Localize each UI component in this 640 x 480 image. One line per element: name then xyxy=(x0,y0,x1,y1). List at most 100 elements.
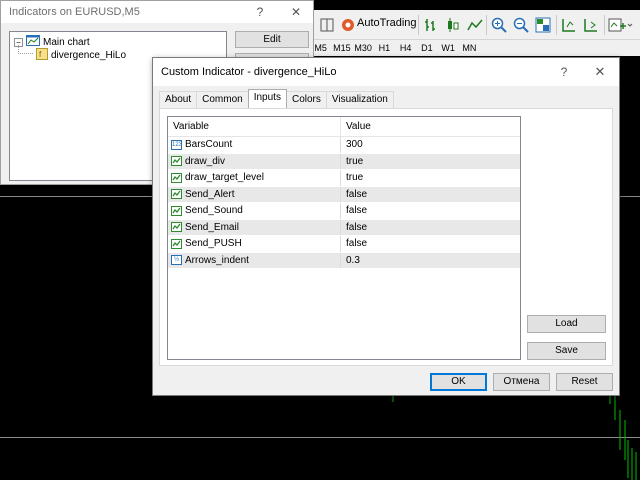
close-button[interactable]: ✕ xyxy=(281,1,311,23)
tree-label-main-chart: Main chart xyxy=(43,36,90,48)
table-row[interactable]: Send_Email false xyxy=(168,219,520,236)
timeframe-d1[interactable]: D1 xyxy=(416,40,437,56)
variable-name: Send_PUSH xyxy=(185,238,242,250)
load-button[interactable]: Load xyxy=(527,315,606,333)
cell-value[interactable]: true xyxy=(341,154,363,170)
grid-body: 123 BarsCount 300 draw_div true draw_target_l… xyxy=(168,137,520,269)
variable-name: draw_div xyxy=(185,155,226,167)
table-row[interactable]: Send_Alert false xyxy=(168,186,520,203)
timeframe-h4[interactable]: H4 xyxy=(395,40,416,56)
terminal-toolbar: AutoTrading xyxy=(310,10,640,40)
timeframe-h1[interactable]: H1 xyxy=(374,40,395,56)
autoscroll-icon[interactable] xyxy=(582,16,600,34)
bool-icon xyxy=(171,238,182,249)
autotrading-icon[interactable] xyxy=(340,16,356,34)
cell-variable[interactable]: 123 BarsCount xyxy=(168,137,341,153)
inputs-panel: Variable Value 123 BarsCount 300 draw_div tr… xyxy=(159,108,613,366)
cell-value[interactable]: false xyxy=(341,220,367,236)
type-badge: ½ xyxy=(171,255,182,266)
help-button[interactable]: ? xyxy=(245,1,275,23)
bool-icon xyxy=(171,222,182,233)
cell-variable[interactable]: Send_Email xyxy=(168,219,341,235)
tab-colors[interactable]: Colors xyxy=(285,91,327,108)
autotrading-button[interactable]: AutoTrading xyxy=(357,17,417,29)
timeframe-m15[interactable]: M15 xyxy=(331,40,352,56)
chart-grid-icon[interactable] xyxy=(318,16,336,34)
dialog-close-button[interactable]: ✕ xyxy=(585,58,615,86)
tree-label-divergence: divergence_HiLo xyxy=(51,50,127,61)
cell-variable[interactable]: draw_target_level xyxy=(168,170,341,186)
indicators-window-titlebar[interactable]: Indicators on EURUSD,M5 ? ✕ xyxy=(1,1,313,23)
cell-variable[interactable]: Send_Alert xyxy=(168,186,341,202)
toolbar-strip xyxy=(480,40,640,56)
cell-variable[interactable]: Send_PUSH xyxy=(168,236,341,252)
close-icon: ✕ xyxy=(290,5,302,19)
grid-header: Variable Value xyxy=(168,117,520,137)
tile-windows-icon[interactable] xyxy=(534,16,552,34)
dialog-title: Custom Indicator - divergence_HiLo xyxy=(161,66,337,78)
variable-name: Arrows_indent xyxy=(185,254,249,266)
custom-indicator-dialog: Custom Indicator - divergence_HiLo ? ✕ A… xyxy=(152,57,620,396)
bool-icon xyxy=(171,156,182,167)
toolbar-separator xyxy=(486,15,487,35)
custom-indicator-icon: f xyxy=(36,48,48,63)
tree-node-divergence[interactable]: f divergence_HiLo xyxy=(36,48,127,63)
tab-visualization[interactable]: Visualization xyxy=(325,91,394,108)
toolbar-separator xyxy=(556,15,557,35)
price-candles xyxy=(609,392,637,480)
tab-about[interactable]: About xyxy=(159,91,198,108)
cancel-button[interactable]: Отмена xyxy=(493,373,550,391)
cell-value[interactable]: 300 xyxy=(341,137,363,153)
bool-icon xyxy=(171,189,182,200)
type-badge: 123 xyxy=(171,139,183,150)
timeframe-w1[interactable]: W1 xyxy=(438,40,459,56)
chart-level-line xyxy=(0,437,640,438)
indicators-menu-icon[interactable] xyxy=(608,16,634,34)
double-icon: ½ xyxy=(171,255,182,266)
zoom-out-icon[interactable] xyxy=(512,16,530,34)
ok-button[interactable]: OK xyxy=(430,373,487,391)
reset-button[interactable]: Reset xyxy=(556,373,613,391)
variable-name: Send_Alert xyxy=(185,188,235,200)
dialog-help-button[interactable]: ? xyxy=(549,58,579,86)
inputs-grid: Variable Value 123 BarsCount 300 draw_div tr… xyxy=(167,116,521,360)
table-row[interactable]: Send_Sound false xyxy=(168,203,520,220)
line-chart-icon[interactable] xyxy=(466,16,484,34)
variable-name: draw_target_level xyxy=(185,172,264,184)
table-row[interactable]: Send_PUSH false xyxy=(168,236,520,253)
close-icon: ✕ xyxy=(594,64,606,79)
header-variable[interactable]: Variable xyxy=(168,117,341,136)
dialog-titlebar[interactable]: Custom Indicator - divergence_HiLo ? ✕ xyxy=(153,58,619,86)
table-row[interactable]: 123 BarsCount 300 xyxy=(168,137,520,154)
variable-name: BarsCount xyxy=(185,139,233,151)
cell-value[interactable]: false xyxy=(341,187,367,203)
cell-value[interactable]: false xyxy=(341,236,367,252)
tree-connector xyxy=(18,45,34,54)
cell-value[interactable]: false xyxy=(341,203,367,219)
save-button[interactable]: Save xyxy=(527,342,606,360)
tab-inputs[interactable]: Inputs xyxy=(247,89,287,108)
table-row[interactable]: draw_target_level true xyxy=(168,170,520,187)
table-row[interactable]: ½ Arrows_indent 0.3 xyxy=(168,252,520,269)
dialog-tabs: About Common Inputs Colors Visualization xyxy=(159,89,394,108)
bar-chart-icon[interactable] xyxy=(422,16,440,34)
edit-button[interactable]: Edit xyxy=(235,31,309,48)
cell-value[interactable]: 0.3 xyxy=(341,253,360,269)
header-value[interactable]: Value xyxy=(341,117,371,136)
chart-shift-icon[interactable] xyxy=(560,16,578,34)
cell-variable[interactable]: draw_div xyxy=(168,153,341,169)
cell-variable[interactable]: ½ Arrows_indent xyxy=(168,252,341,268)
table-row[interactable]: draw_div true xyxy=(168,153,520,170)
cell-value[interactable]: true xyxy=(341,170,363,186)
zoom-in-icon[interactable] xyxy=(490,16,508,34)
bool-icon xyxy=(171,172,182,183)
candlestick-icon[interactable] xyxy=(444,16,462,34)
bool-icon xyxy=(171,205,182,216)
timeframe-mn[interactable]: MN xyxy=(459,40,480,56)
timeframe-m30[interactable]: M30 xyxy=(353,40,374,56)
cell-variable[interactable]: Send_Sound xyxy=(168,203,341,219)
chart-tick xyxy=(392,396,394,402)
variable-name: Send_Sound xyxy=(185,205,243,217)
tab-common[interactable]: Common xyxy=(196,91,249,108)
help-icon: ? xyxy=(560,65,568,79)
